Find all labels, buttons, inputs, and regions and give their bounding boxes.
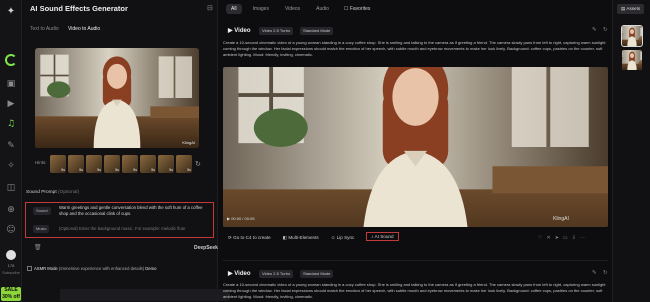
preview-image: [35, 48, 199, 148]
card-title: ▶ Video: [228, 271, 251, 277]
hint-thumbnails: 5s 5s 5s 5s 5s 5s 5s 5s: [50, 155, 192, 173]
music-chip[interactable]: Music: [33, 225, 50, 233]
retry-icon[interactable]: ↻: [603, 270, 608, 276]
sound-prompt-input[interactable]: Warm greetings and gentle conversation b…: [59, 205, 207, 217]
dislike-icon[interactable]: ✕: [546, 235, 554, 241]
mode-pill: Standard Mode: [300, 270, 334, 278]
generate-button[interactable]: [60, 289, 230, 301]
mode-tabs: Text to Audio Video to Audio: [30, 26, 108, 32]
card-title: ▶ Video: [228, 28, 251, 34]
mode-pill: Standard Mode: [300, 27, 334, 35]
add-icon[interactable]: ⊕: [5, 204, 17, 216]
tab-text-to-audio[interactable]: Text to Audio: [30, 26, 59, 32]
assets-panel: ▤ Assets: [612, 0, 650, 302]
loading-icon: [5, 54, 17, 66]
collapse-icon[interactable]: ⊟: [207, 4, 213, 12]
hint-thumb[interactable]: 5s: [50, 155, 66, 173]
filter-tabs: All Images Videos Audio ☐ Favorites: [226, 4, 370, 14]
multi-elements-button[interactable]: ◧ Multi-Elements: [283, 235, 319, 241]
results-area: All Images Videos Audio ☐ Favorites ▶ Vi…: [218, 0, 612, 302]
generator-panel: AI Sound Effects Generator ⊟ Text to Aud…: [22, 0, 230, 302]
tab-videos[interactable]: Videos: [280, 4, 305, 14]
audio-icon[interactable]: ♫: [5, 118, 17, 130]
video-frame: [223, 67, 608, 227]
asmr-demo-link[interactable]: Demo: [145, 266, 156, 271]
favorites-label: Favorites: [349, 6, 371, 12]
go-to-create-button[interactable]: ⟳ Go to C4 to create: [228, 235, 271, 241]
sale-line1: SALE: [4, 287, 18, 293]
gallery-icon[interactable]: ◫: [5, 182, 17, 194]
hint-thumb[interactable]: 5s: [158, 155, 174, 173]
video-watermark: KlingAI: [553, 216, 569, 222]
video-time[interactable]: ▶ 00:00 / 00:05: [227, 216, 255, 221]
nav-rail: ✦ ▣ ▶ ♫ ✎ ✧ ◫ ⊕ ☺ 178 Subscribe SALE 30%…: [0, 0, 22, 302]
tab-images[interactable]: Images: [248, 4, 274, 14]
sound-chip-label: Sound: [36, 208, 48, 213]
card-actions: ⟳ Go to C4 to create ◧ Multi-Elements ☺ …: [228, 232, 399, 241]
retry-icon[interactable]: ↻: [603, 27, 608, 33]
hint-thumb[interactable]: 5s: [176, 155, 192, 173]
video-player[interactable]: [223, 67, 608, 227]
sale-line2: 30% off: [2, 294, 20, 300]
music-chip-label: Music: [36, 226, 47, 231]
subscribe-label[interactable]: Subscribe: [1, 270, 21, 275]
divider: [223, 260, 608, 261]
edit-icon[interactable]: ✎: [592, 270, 597, 276]
download-icon[interactable]: ⇩: [572, 235, 580, 241]
favorites-toggle[interactable]: ☐ Favorites: [344, 6, 370, 12]
card-tool-icons: ♡✕➤▭⇩⋯: [538, 235, 589, 241]
music-prompt-input[interactable]: (Optional) Enter the background music. F…: [59, 226, 207, 232]
panel-title: AI Sound Effects Generator: [30, 4, 128, 13]
card-description: Create a 10-second cinematic video of a …: [223, 282, 606, 299]
sound-chip[interactable]: Sound: [33, 207, 51, 215]
deepseek-button[interactable]: DeepSeek: [194, 245, 218, 251]
edit-icon[interactable]: ✎: [592, 27, 597, 33]
asmr-checkbox[interactable]: [27, 266, 32, 271]
model-pill: Video 2.5 Turbo: [259, 270, 294, 278]
video-icon[interactable]: ▶: [5, 98, 17, 110]
model-pill: Video 2.5 Turbo: [259, 27, 294, 35]
trash-icon[interactable]: 🗑: [34, 244, 42, 251]
hint-thumb[interactable]: 5s: [86, 155, 102, 173]
asmr-label: ASMR Mode: [34, 266, 58, 271]
asmr-hint: (Immersive experience with enhanced deta…: [58, 266, 145, 271]
avatar[interactable]: [6, 250, 16, 260]
lip-sync-button[interactable]: ☺ Lip Sync: [331, 235, 355, 241]
asmr-mode[interactable]: ASMR Mode (Immersive experience with enh…: [27, 266, 156, 271]
image-icon[interactable]: ▣: [5, 78, 17, 90]
prompt-header: Sound Prompt (Optional): [26, 190, 79, 195]
user-icon[interactable]: ☺: [5, 224, 17, 236]
credits-value: 178: [7, 263, 15, 268]
brush-icon[interactable]: ✎: [5, 140, 17, 152]
asset-thumb[interactable]: [621, 25, 643, 47]
asset-image: [622, 50, 642, 70]
effects-icon[interactable]: ✧: [5, 160, 17, 172]
share-icon[interactable]: ➤: [555, 235, 563, 241]
tab-video-to-audio[interactable]: Video to Audio: [68, 26, 100, 32]
preview-watermark: KlingAI: [182, 140, 195, 145]
tab-all[interactable]: All: [226, 4, 242, 14]
card-description: Create a 10-second cinematic video of a …: [223, 40, 606, 57]
video-preview[interactable]: KlingAI: [35, 48, 199, 148]
asset-thumb[interactable]: [622, 50, 642, 70]
prompt-label: Sound Prompt: [26, 190, 57, 195]
refresh-icon[interactable]: ↻: [195, 160, 201, 168]
sale-badge[interactable]: SALE 30% off: [1, 287, 21, 301]
hint-thumb[interactable]: 5s: [122, 155, 138, 173]
hints-label: Hints:: [35, 160, 47, 165]
hint-thumb[interactable]: 5s: [68, 155, 84, 173]
ai-sound-button[interactable]: ♪ AI Sound: [366, 232, 399, 241]
assets-button[interactable]: ▤ Assets: [617, 4, 645, 14]
tab-audio[interactable]: Audio: [311, 4, 334, 14]
hint-thumb[interactable]: 5s: [140, 155, 156, 173]
hint-thumb[interactable]: 5s: [104, 155, 120, 173]
more-icon[interactable]: ⋯: [580, 235, 589, 241]
asset-image: [622, 26, 642, 46]
logo-icon[interactable]: ✦: [5, 6, 17, 18]
folder-icon[interactable]: ▭: [563, 235, 572, 241]
prompt-optional: (Optional): [58, 190, 80, 195]
